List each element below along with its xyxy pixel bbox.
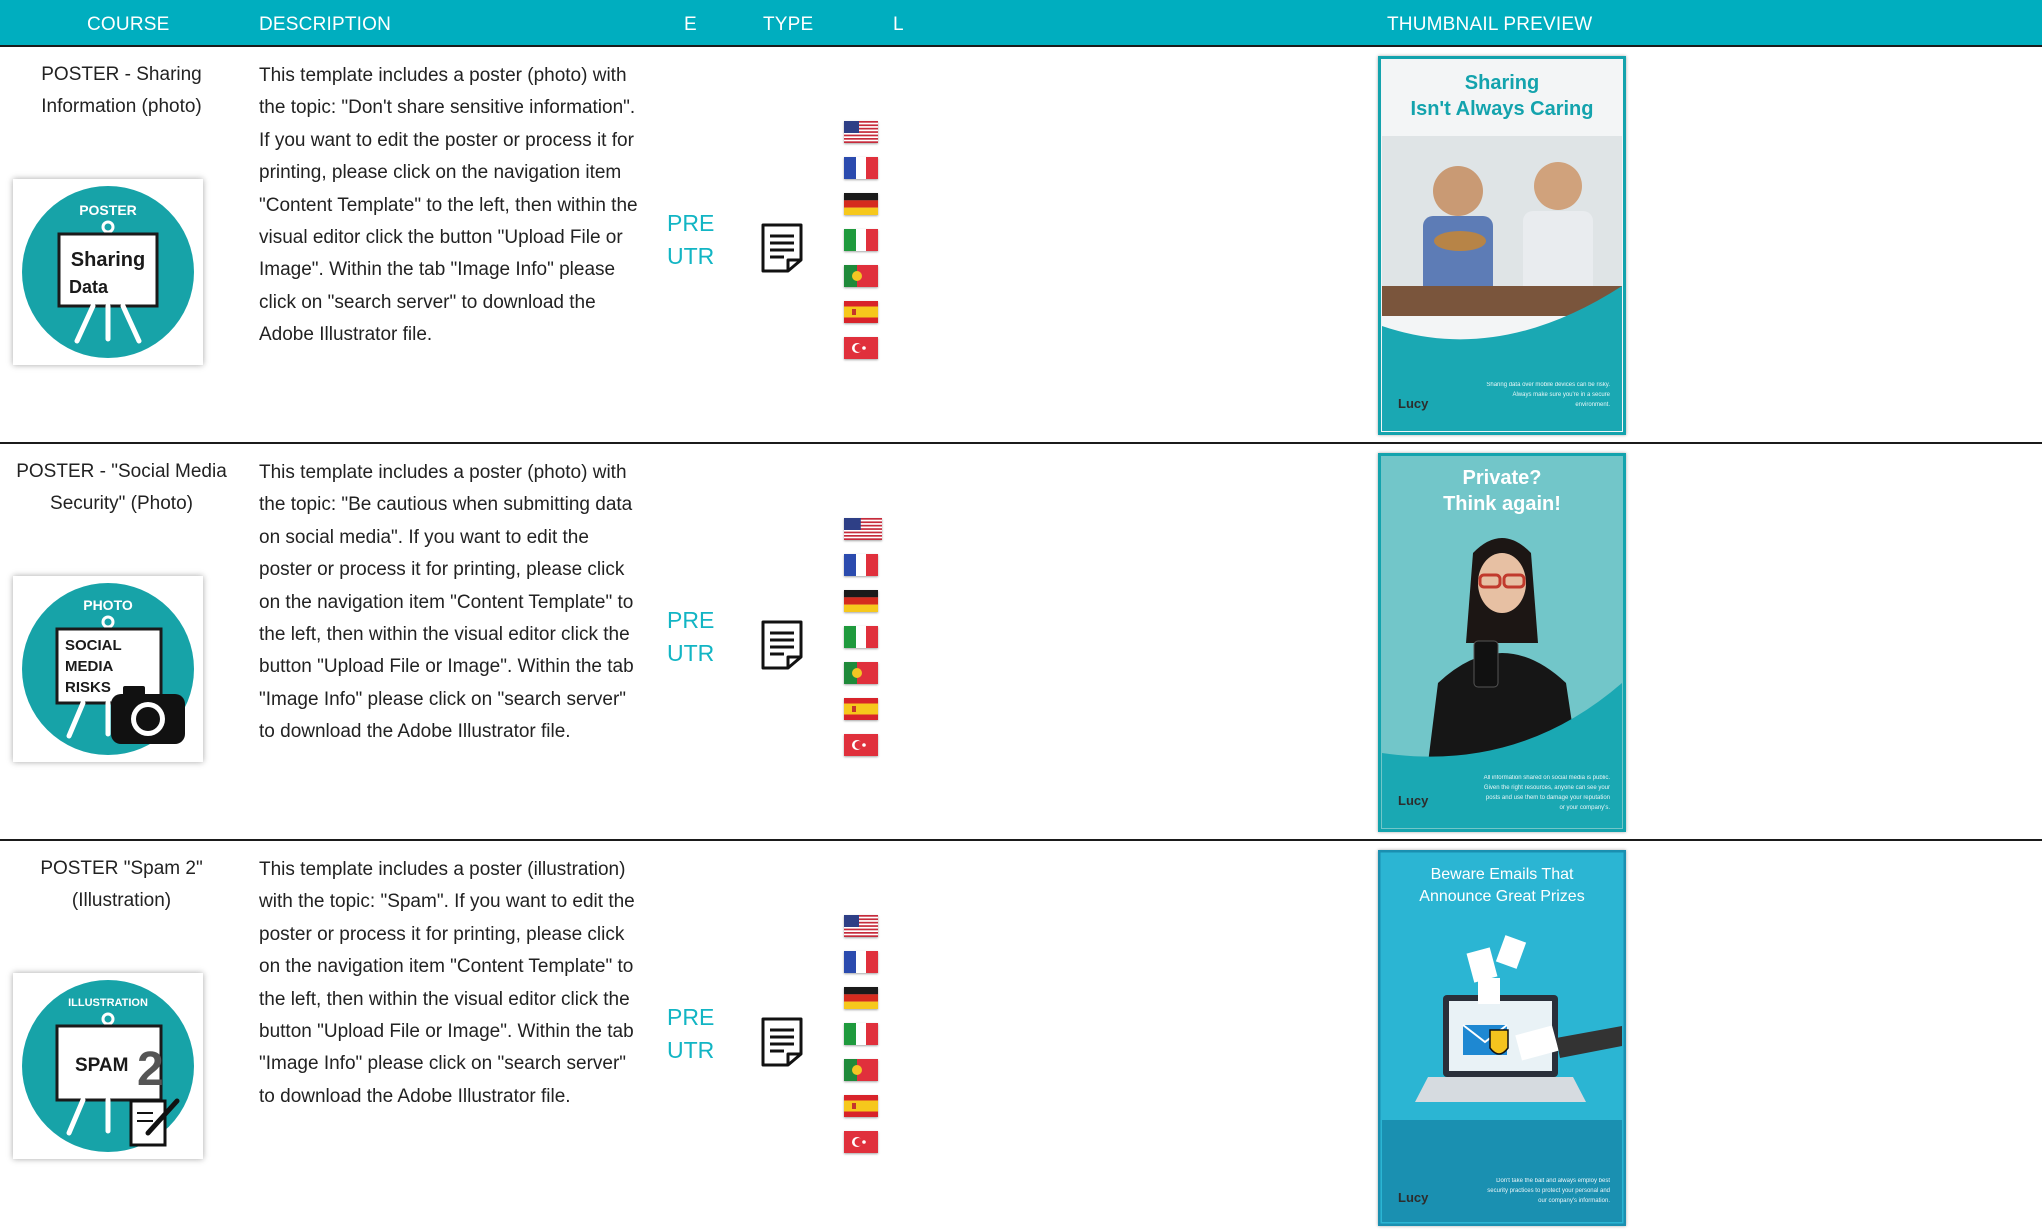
e-status: PRE UTR (667, 207, 714, 273)
svg-text:RISKS: RISKS (65, 679, 111, 696)
column-header-l[interactable]: L (893, 14, 904, 36)
table-row[interactable]: POSTER - Sharing Information (photo) POS… (0, 47, 2042, 444)
document-icon[interactable] (760, 222, 804, 274)
column-header-course[interactable]: COURSE (87, 14, 170, 36)
us-flag-icon[interactable] (844, 121, 878, 143)
document-icon[interactable] (760, 619, 804, 671)
thumbnail-title: Beware Emails That Announce Great Prizes (1419, 866, 1585, 905)
thumbnail-brand-logo: Lucy (1398, 1190, 1429, 1205)
e-status: PRE UTR (667, 1001, 714, 1067)
italy-flag-icon[interactable] (844, 1023, 878, 1045)
e-status: PRE UTR (667, 604, 714, 670)
spain-flag-icon[interactable] (844, 1095, 878, 1117)
e-status-pre: PRE (667, 1004, 715, 1030)
e-status-utr: UTR (667, 1037, 715, 1063)
france-flag-icon[interactable] (844, 554, 878, 576)
germany-flag-icon[interactable] (844, 590, 878, 612)
svg-text:SOCIAL: SOCIAL (65, 637, 122, 654)
column-header-e[interactable]: E (684, 14, 697, 36)
us-flag-icon[interactable] (844, 915, 878, 937)
thumbnail-brand-logo: Lucy (1398, 793, 1429, 808)
thumbnail-footer-text: Don't take the bait and always employ be… (1487, 1178, 1610, 1204)
poster-easel-icon: POSTER Sharing Data (13, 179, 203, 365)
thumbnail-footer-text: Sharing data over mobile devices can be … (1486, 382, 1610, 408)
svg-text:Data: Data (69, 277, 109, 297)
svg-text:Sharing: Sharing (71, 249, 145, 271)
e-status-utr: UTR (667, 243, 715, 269)
portugal-flag-icon[interactable] (844, 265, 878, 287)
column-header-description[interactable]: DESCRIPTION (259, 14, 391, 36)
table-row[interactable]: POSTER - "Social Media Security" (Photo)… (0, 444, 2042, 841)
turkey-flag-icon[interactable] (844, 734, 878, 756)
course-description: This template includes a poster (illustr… (259, 859, 635, 1107)
course-title[interactable]: POSTER "Spam 2" (Illustration) (0, 853, 243, 917)
svg-text:2: 2 (137, 1043, 164, 1096)
course-description: This template includes a poster (photo) … (259, 65, 638, 346)
portugal-flag-icon[interactable] (844, 662, 878, 684)
e-status-utr: UTR (667, 640, 715, 666)
italy-flag-icon[interactable] (844, 626, 878, 648)
thumbnail-preview[interactable]: Sharing Isn't Always Caring Sharing data… (1378, 56, 1626, 435)
document-icon[interactable] (760, 1016, 804, 1068)
course-title[interactable]: POSTER - Sharing Information (photo) (0, 59, 243, 123)
column-header-type[interactable]: TYPE (763, 14, 813, 36)
table-row[interactable]: POSTER "Spam 2" (Illustration) ILLUSTRAT… (0, 841, 2042, 1231)
thumbnail-preview[interactable]: Beware Emails That Announce Great Prizes… (1378, 850, 1626, 1226)
svg-text:MEDIA: MEDIA (65, 658, 114, 675)
italy-flag-icon[interactable] (844, 229, 878, 251)
spain-flag-icon[interactable] (844, 301, 878, 323)
illustration-poster-spam-icon: ILLUSTRATION SPAM 2 (13, 973, 203, 1159)
thumbnail-preview[interactable]: Private? Think again! All information sh… (1378, 453, 1626, 832)
svg-text:SPAM: SPAM (75, 1055, 128, 1076)
spain-flag-icon[interactable] (844, 698, 878, 720)
thumbnail-brand-logo: Lucy (1398, 396, 1429, 411)
turkey-flag-icon[interactable] (844, 337, 878, 359)
turkey-flag-icon[interactable] (844, 1131, 878, 1153)
table-header: COURSE DESCRIPTION E TYPE L THUMBNAIL PR… (0, 0, 2042, 47)
thumbnail-title: Private? Think again! (1443, 467, 1561, 515)
thumbnail-footer-text: All information shared on social media i… (1483, 775, 1610, 811)
thumbnail-title: Sharing Isn't Always Caring (1410, 72, 1594, 120)
e-status-pre: PRE (667, 607, 715, 633)
svg-text:PHOTO: PHOTO (83, 597, 133, 613)
e-status-pre: PRE (667, 210, 715, 236)
course-title[interactable]: POSTER - "Social Media Security" (Photo) (0, 456, 243, 520)
svg-text:ILLUSTRATION: ILLUSTRATION (68, 997, 148, 1009)
germany-flag-icon[interactable] (844, 193, 878, 215)
photo-poster-camera-icon: PHOTO SOCIAL MEDIA RISKS (13, 576, 203, 762)
germany-flag-icon[interactable] (844, 987, 878, 1009)
france-flag-icon[interactable] (844, 157, 878, 179)
us-flag-icon[interactable] (844, 518, 882, 540)
column-header-thumbnail-preview[interactable]: THUMBNAIL PREVIEW (1387, 14, 1592, 36)
france-flag-icon[interactable] (844, 951, 878, 973)
portugal-flag-icon[interactable] (844, 1059, 878, 1081)
course-description: This template includes a poster (photo) … (259, 462, 634, 743)
svg-text:POSTER: POSTER (79, 202, 137, 218)
